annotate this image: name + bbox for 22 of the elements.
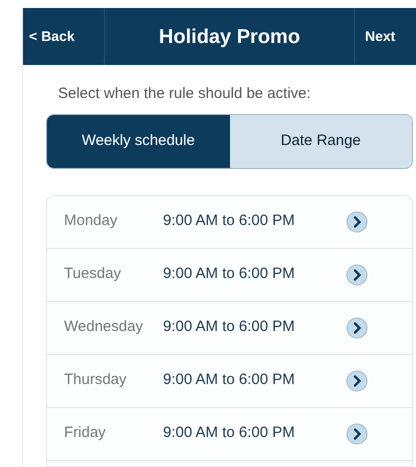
day-label: Thursday bbox=[63, 370, 128, 390]
segment-tab[interactable]: Date Range bbox=[230, 114, 412, 168]
hours-text: 9:00 AM to 6:00 PM bbox=[163, 370, 296, 390]
hours-text: 9:00 AM to 6:00 PM bbox=[163, 264, 296, 284]
back-chevron-icon: < bbox=[29, 26, 38, 47]
screen-title: Holiday Promo bbox=[158, 24, 302, 50]
next-button[interactable]: Next bbox=[354, 8, 416, 65]
hours-text: 9:00 AM to 6:00 PM bbox=[163, 211, 296, 232]
chevron-right-icon[interactable] bbox=[346, 422, 368, 444]
back-button[interactable]: < Back bbox=[23, 8, 105, 65]
chevron-right-icon[interactable] bbox=[346, 316, 368, 338]
day-label: Monday bbox=[63, 211, 118, 232]
day-label: Wednesday bbox=[63, 317, 144, 338]
hours-text: 9:00 AM to 6:00 PM bbox=[163, 423, 296, 444]
chevron-right-icon[interactable] bbox=[346, 264, 368, 286]
day-label: Friday bbox=[63, 423, 107, 444]
hours-text: 9:00 AM to 6:00 PM bbox=[163, 317, 296, 338]
segment-tab[interactable]: Weekly schedule bbox=[47, 114, 230, 168]
instruction-text: Select when the rule should be active: bbox=[58, 84, 312, 104]
day-label: Tuesday bbox=[63, 264, 122, 284]
chevron-right-icon[interactable] bbox=[346, 210, 368, 232]
chevron-right-icon[interactable] bbox=[346, 370, 368, 392]
